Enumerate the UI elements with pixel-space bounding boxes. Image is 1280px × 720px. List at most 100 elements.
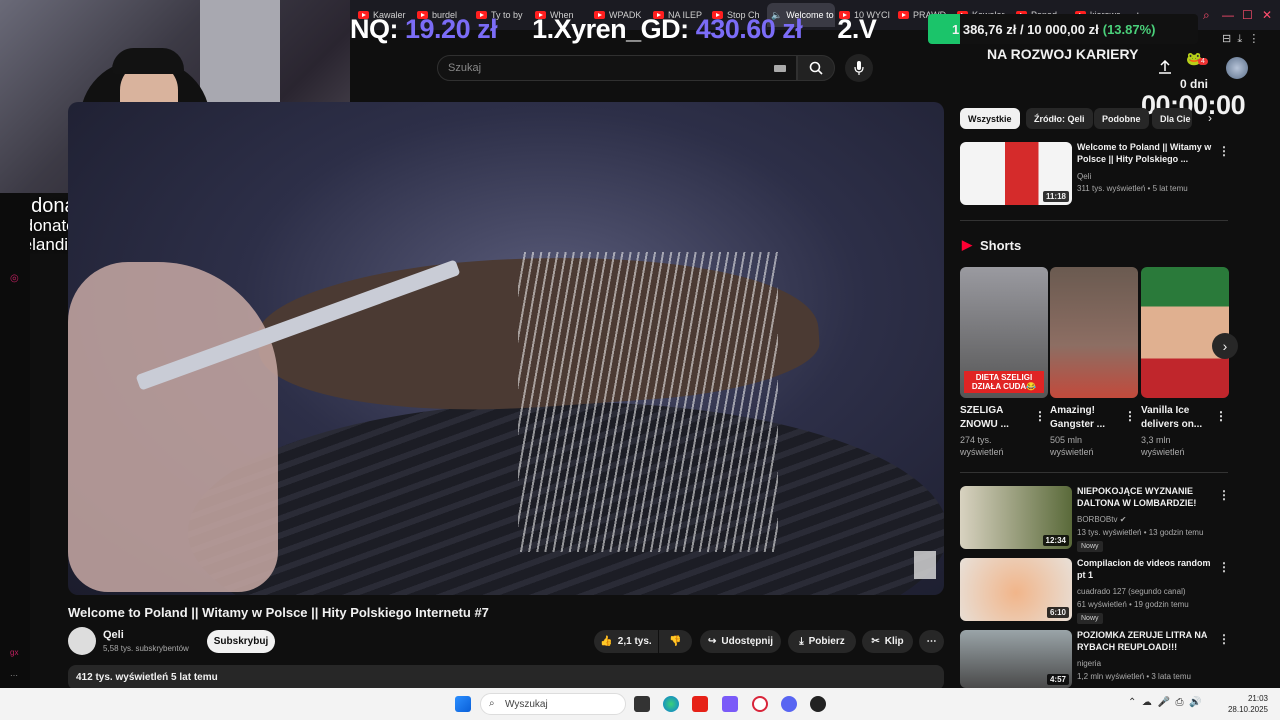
keyboard-icon[interactable]	[774, 65, 786, 72]
notification-badge: 4	[1198, 58, 1208, 65]
scissors-icon: ✂	[871, 636, 880, 647]
related-title[interactable]: Welcome to Poland || Witamy w Polsce || …	[1077, 142, 1212, 165]
related-title[interactable]: POZIOMKA ZERUJE LITRA NA RYBACH REUPLOAD…	[1077, 630, 1212, 653]
share-icon: ↪	[707, 636, 717, 647]
opera-gx-icon[interactable]	[752, 696, 768, 712]
short-title[interactable]: SZELIGA ZNOWU ...	[960, 404, 1034, 431]
more-vertical-icon[interactable]: ⋮	[1124, 409, 1136, 423]
more-vertical-icon[interactable]: ⋮	[1034, 409, 1046, 423]
more-vertical-icon[interactable]: ⋮	[1215, 409, 1227, 423]
more-vertical-icon[interactable]: ⋮	[1218, 144, 1230, 158]
ticker-rank: 1.Xyren_GD:	[532, 14, 689, 44]
related-channel[interactable]: BORBOBtv ✔	[1077, 515, 1126, 524]
related-channel[interactable]: Qeli	[1077, 172, 1091, 181]
video-thumbnail[interactable]: 4:57	[960, 630, 1072, 688]
more-vertical-icon[interactable]: ⋮	[1218, 488, 1230, 502]
circle-icon[interactable]: ◎	[10, 273, 19, 284]
shorts-next-button[interactable]: ›	[1212, 333, 1238, 359]
goal-current: 1 386,76 zł	[952, 21, 1017, 37]
maximize-icon[interactable]: ☐	[1242, 8, 1253, 22]
windows-start-icon[interactable]	[455, 696, 471, 712]
search-input[interactable]: Szukaj	[437, 55, 797, 81]
clip-button[interactable]: ✂ Klip	[862, 630, 913, 653]
avatar[interactable]	[1226, 57, 1248, 79]
chip-for-you[interactable]: Dla Cie	[1152, 108, 1192, 129]
short-item[interactable]: DIETA SZELIGI DZIAŁA CUDA😂 SZELIGA ZNOWU…	[960, 267, 1048, 458]
related-video[interactable]: 11:18 Welcome to Poland || Witamy w Pols…	[960, 142, 1230, 205]
related-meta: 61 wyświetleń • 19 godzin temu	[1077, 600, 1189, 609]
goal-percent: (13.87%)	[1102, 21, 1156, 37]
webcam-cap	[112, 48, 184, 74]
short-item[interactable]: Vanilla Ice delivers on... 3,3 mln wyświ…	[1141, 267, 1229, 458]
chevron-right-icon: ›	[1222, 338, 1228, 354]
video-thumbnail[interactable]: 12:34	[960, 486, 1072, 549]
related-channel[interactable]: nigeria	[1077, 659, 1101, 668]
divider	[960, 472, 1228, 473]
share-button[interactable]: ↪ Udostępnij	[700, 630, 781, 653]
related-title[interactable]: NIEPOKOJĄCE WYZNANIE DALTONA W LOMBARDZI…	[1077, 486, 1212, 509]
more-vertical-icon[interactable]: ⋮	[1218, 632, 1230, 646]
related-video[interactable]: 6:10 Compilacion de videos random pt 1 c…	[960, 558, 1230, 624]
voice-search-button[interactable]	[845, 54, 873, 82]
close-icon[interactable]: ✕	[1262, 8, 1272, 22]
chip-source[interactable]: Źródło: Qeli	[1026, 108, 1093, 129]
short-thumbnail[interactable]: DIETA SZELIGI DZIAŁA CUDA😂	[960, 267, 1048, 398]
ticker-rank-value: 430.60 zł	[695, 14, 803, 44]
related-video[interactable]: 12:34 NIEPOKOJĄCE WYZNANIE DALTONA W LOM…	[960, 486, 1230, 552]
gx-icon[interactable]: gx	[10, 648, 18, 657]
dislike-button[interactable]: 👎	[659, 630, 692, 653]
obs-icon[interactable]	[810, 696, 826, 712]
task-view-icon[interactable]	[634, 696, 650, 712]
channel-name[interactable]: Qeli	[103, 629, 124, 641]
search-button[interactable]	[797, 55, 835, 81]
upload-icon[interactable]	[1158, 59, 1172, 79]
download-button[interactable]: ⤓ Pobierz	[788, 630, 856, 653]
download-icon: ⤓	[799, 636, 804, 647]
related-channel[interactable]: cuadrado 127 (segundo canal)	[1077, 587, 1186, 596]
lock-icon[interactable]: ⊟	[1222, 33, 1231, 45]
search-tabs-icon[interactable]: ⌕	[1203, 8, 1210, 23]
chip-all[interactable]: Wszystkie	[960, 108, 1020, 129]
related-video[interactable]: 4:57 POZIOMKA ZERUJE LITRA NA RYBACH REU…	[960, 630, 1230, 688]
microphone-icon	[854, 61, 864, 75]
edge-icon[interactable]	[663, 696, 679, 712]
short-thumbnail[interactable]	[1141, 267, 1229, 398]
youtube-app-icon[interactable]	[692, 696, 708, 712]
channel-watermark-icon[interactable]	[914, 551, 936, 579]
ticker-label: NQ:	[350, 14, 399, 44]
short-views: 3,3 mln wyświetleń	[1141, 435, 1185, 457]
channel-avatar[interactable]	[68, 627, 96, 655]
system-tray-icons[interactable]: ⌃ ☁ 🎤 ⎙ 🔊	[1128, 697, 1202, 708]
minimize-icon[interactable]: —	[1222, 8, 1234, 22]
related-title[interactable]: Compilacion de videos random pt 1	[1077, 558, 1212, 581]
video-player[interactable]	[68, 102, 944, 595]
video-thumbnail[interactable]: 11:18	[960, 142, 1072, 205]
chip-similar[interactable]: Podobne	[1094, 108, 1149, 129]
chevron-right-icon[interactable]: ›	[1208, 111, 1212, 125]
short-thumbnail[interactable]	[1050, 267, 1138, 398]
video-thumbnail[interactable]: 6:10	[960, 558, 1072, 621]
more-icon[interactable]: ⋯	[10, 671, 18, 680]
thumb-down-icon: 👎	[669, 636, 682, 647]
video-frame-fibers	[518, 252, 778, 552]
more-vertical-icon[interactable]: ⋮	[1218, 560, 1230, 574]
download-icon[interactable]: ⤓	[1237, 33, 1242, 45]
short-views: 505 mln wyświetleń	[1050, 435, 1094, 457]
short-title[interactable]: Vanilla Ice delivers on...	[1141, 404, 1215, 431]
system-clock[interactable]: 21:03 28.10.2025	[1228, 693, 1268, 715]
taskbar-search-input[interactable]: ⌕ Wyszukaj	[480, 693, 626, 715]
notifications-bell-icon[interactable]: 🐸 4	[1186, 50, 1208, 70]
subscribe-button[interactable]: Subskrybuj	[207, 630, 275, 653]
short-item[interactable]: Amazing! Gangster ... 505 mln wyświetleń…	[1050, 267, 1138, 458]
short-title[interactable]: Amazing! Gangster ...	[1050, 404, 1124, 431]
duration-badge: 4:57	[1046, 674, 1069, 685]
like-button[interactable]: 👍 2,1 tys.	[594, 630, 658, 653]
app-icon[interactable]	[722, 696, 738, 712]
new-badge: Nowy	[1077, 541, 1103, 552]
menu-icon[interactable]: ⋮	[1248, 33, 1259, 45]
divider	[960, 220, 1228, 221]
discord-icon[interactable]	[781, 696, 797, 712]
more-actions-button[interactable]: ⋯	[919, 630, 944, 653]
shorts-header: ▶ Shorts	[962, 237, 1022, 253]
description-box[interactable]: 412 tys. wyświetleń 5 lat temu	[68, 665, 944, 690]
